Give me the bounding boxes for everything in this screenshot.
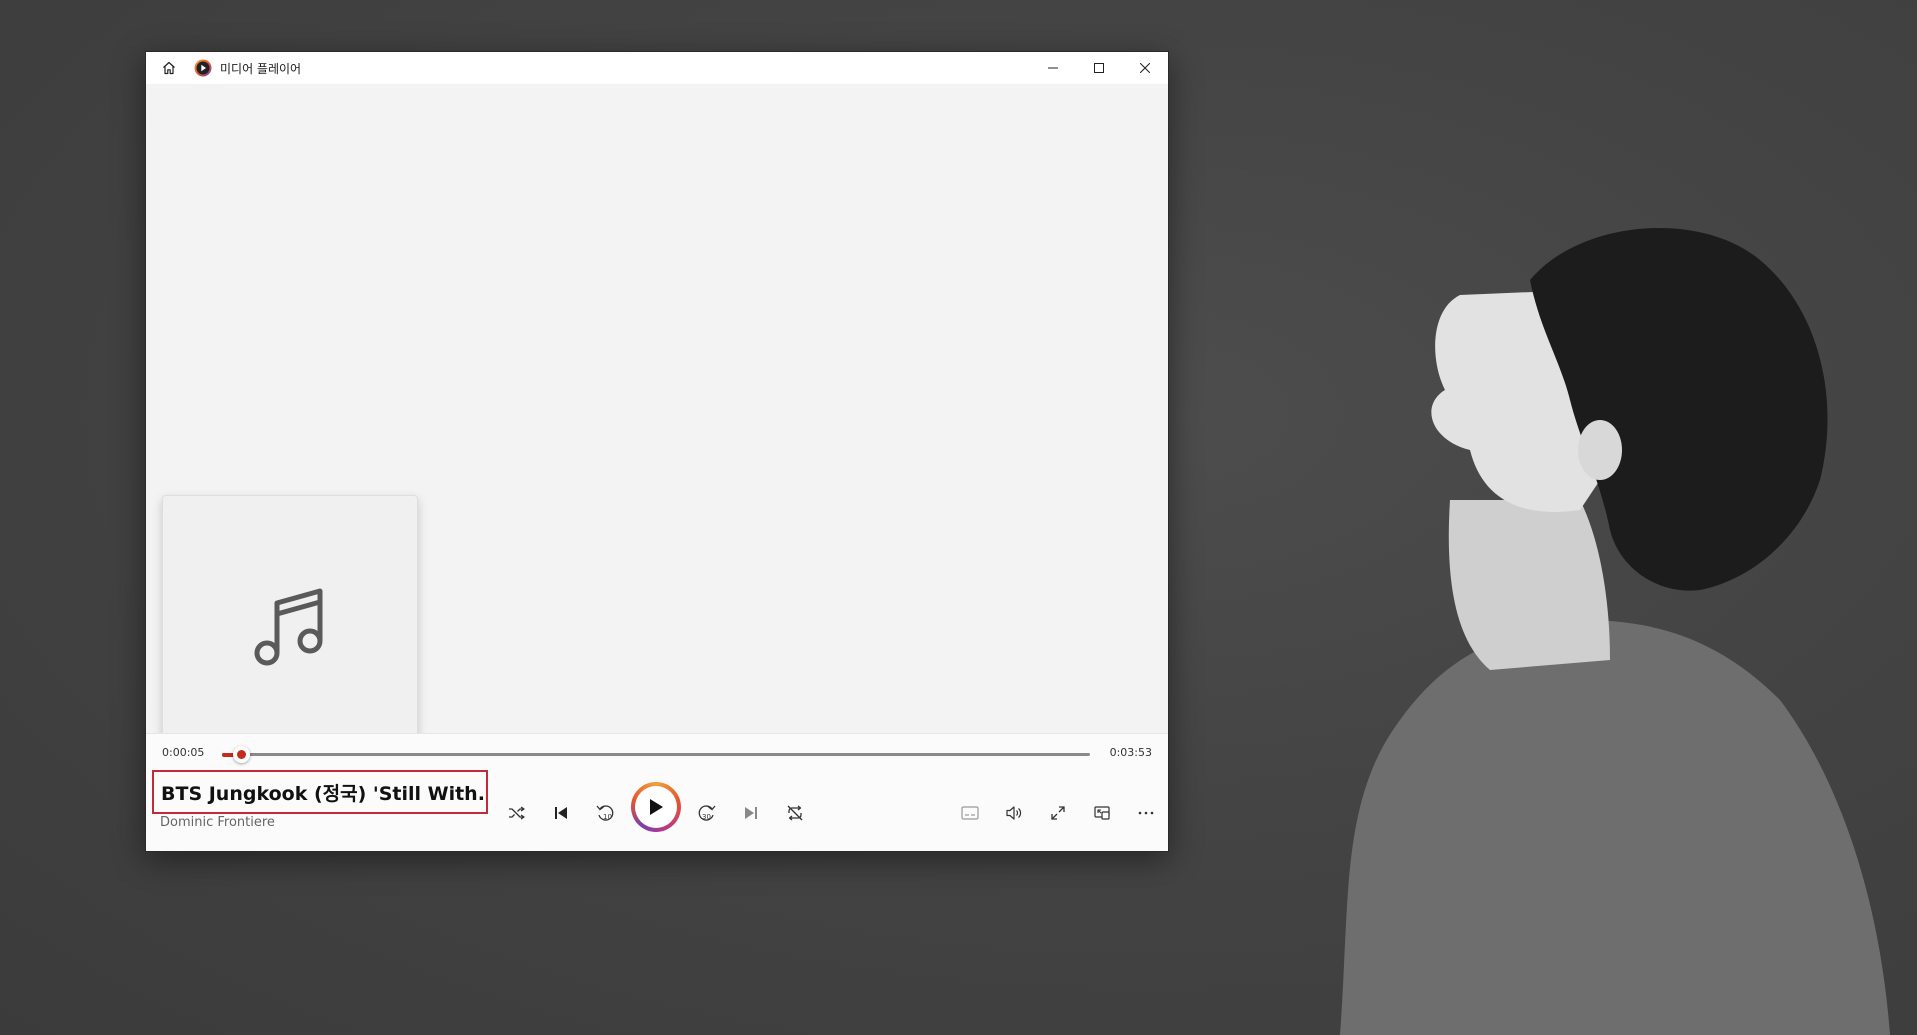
track-title[interactable]: BTS Jungkook (정국) 'Still With... (152, 770, 488, 814)
volume-icon (1006, 806, 1022, 820)
window-title: 미디어 플레이어 (220, 61, 302, 76)
forward-30-icon: 30 (698, 805, 716, 821)
track-artist[interactable]: Dominic Frontiere (160, 815, 275, 830)
captions-button[interactable] (952, 795, 988, 831)
close-icon (1140, 63, 1150, 73)
shuffle-button[interactable] (499, 795, 535, 831)
previous-icon (555, 807, 567, 819)
next-icon (745, 807, 757, 819)
music-note-icon (254, 588, 323, 666)
track-title-text: BTS Jungkook (정국) 'Still With... (161, 782, 488, 805)
album-art (162, 495, 418, 751)
media-player-icon (194, 59, 212, 77)
fullscreen-icon (1051, 806, 1065, 820)
next-button[interactable] (733, 795, 769, 831)
title-bar: 미디어 플레이어 (146, 52, 1168, 84)
maximize-button[interactable] (1076, 52, 1122, 84)
minimize-button[interactable] (1030, 52, 1076, 84)
media-player-window: 미디어 플레이어 0:00:05 0:03:53 BTS Jungkook (정… (145, 51, 1169, 852)
current-time: 0:00:05 (162, 746, 205, 759)
playback-bar: 0:00:05 0:03:53 BTS Jungkook (정국) 'Still… (146, 733, 1168, 851)
close-button[interactable] (1122, 52, 1168, 84)
repeat-off-icon (787, 805, 803, 821)
previous-button[interactable] (543, 795, 579, 831)
home-icon (163, 61, 175, 75)
wallpaper-portrait-image (1340, 227, 1890, 1035)
play-icon (650, 799, 663, 815)
miniplayer-button[interactable] (1084, 795, 1120, 831)
svg-text:10: 10 (603, 813, 612, 821)
seek-thumb[interactable] (232, 746, 250, 763)
captions-icon (961, 806, 979, 820)
minimize-icon (1048, 67, 1058, 69)
play-button[interactable] (631, 782, 681, 832)
window-controls (1030, 52, 1168, 84)
more-options-button[interactable] (1128, 795, 1164, 831)
maximize-icon (1094, 63, 1104, 73)
seek-bar[interactable] (222, 746, 1090, 763)
play-button-inner (635, 786, 677, 828)
more-icon (1138, 811, 1154, 815)
rewind-10-icon: 10 (596, 805, 614, 821)
repeat-button[interactable] (777, 795, 813, 831)
volume-button[interactable] (996, 795, 1032, 831)
seek-thumb-dot (236, 750, 246, 759)
now-playing-area (146, 84, 1168, 751)
svg-text:30: 30 (702, 813, 711, 821)
total-time: 0:03:53 (1109, 746, 1152, 759)
miniplayer-icon (1094, 806, 1110, 820)
forward-30-button[interactable]: 30 (689, 795, 725, 831)
fullscreen-button[interactable] (1040, 795, 1076, 831)
shuffle-icon (509, 806, 525, 820)
rewind-10-button[interactable]: 10 (587, 795, 623, 831)
home-button[interactable] (146, 52, 192, 84)
